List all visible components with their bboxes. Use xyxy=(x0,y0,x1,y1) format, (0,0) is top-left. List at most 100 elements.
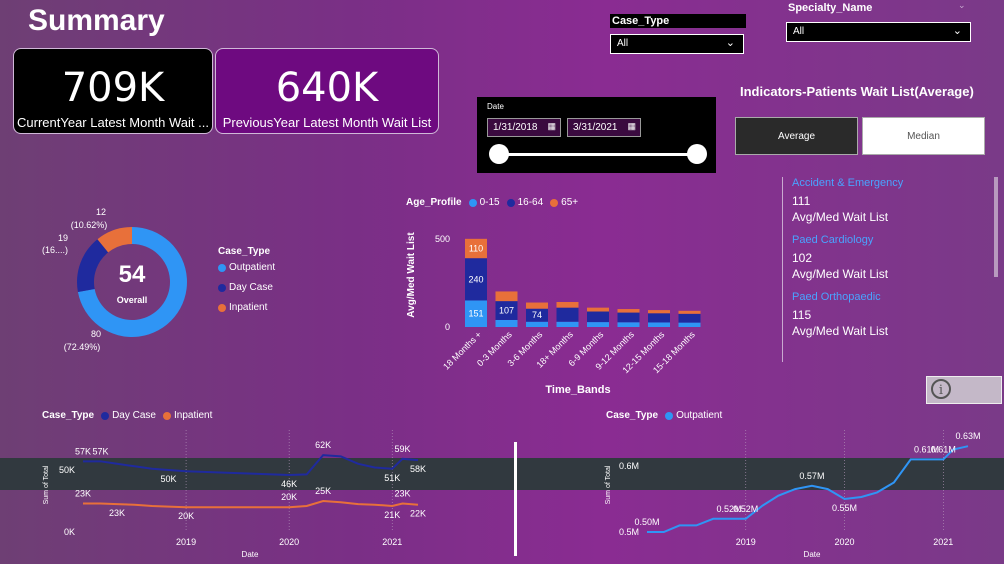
bar-segment[interactable] xyxy=(556,302,579,308)
donut-slice-day-case[interactable] xyxy=(77,239,109,293)
bar-segment[interactable] xyxy=(556,321,579,327)
legend-dot xyxy=(101,411,110,420)
bar-segment[interactable] xyxy=(617,312,640,323)
info-button[interactable]: i xyxy=(926,376,1002,404)
legend-item-day-case[interactable]: Day Case xyxy=(218,282,273,293)
bar-segment[interactable] xyxy=(587,307,609,312)
bar-segment[interactable] xyxy=(678,313,701,323)
line-chart-right-legend: Case_Type Outpatient xyxy=(606,410,722,421)
chevron-down-icon: ⌄ xyxy=(725,37,735,49)
bar-segment[interactable] xyxy=(495,319,518,327)
specialty-value: All xyxy=(793,26,805,37)
indicator-scrollbar[interactable] xyxy=(994,177,998,277)
date-slider-end-handle[interactable] xyxy=(687,144,707,164)
line-data-label: 57K xyxy=(75,446,91,456)
kpi-value: 709K xyxy=(61,65,165,111)
stacked-bar-chart[interactable]: Avg/Med Wait List 0 500 151 240 110 18 Months… xyxy=(400,215,710,400)
bar-chart-legend: Age_Profile 0-15 16-64 65+ xyxy=(406,197,578,208)
kpi-card-current-year[interactable]: 709K CurrentYear Latest Month Wait ... xyxy=(13,48,213,134)
legend-label: Inpatient xyxy=(173,410,213,421)
end-date-value: 3/31/2021 xyxy=(573,122,618,133)
indicator-sublabel: Avg/Med Wait List xyxy=(792,210,889,224)
line-data-label: 23K xyxy=(75,488,91,498)
donut-label-outpatient-value: 80 xyxy=(91,329,101,339)
specialty-dropdown[interactable]: All ⌄ xyxy=(786,22,971,42)
toggle-median-button[interactable]: Median xyxy=(862,117,985,155)
legend-label: 0-15 xyxy=(479,197,500,208)
bar-segment[interactable] xyxy=(495,291,518,302)
toggle-average-button[interactable]: Average xyxy=(735,117,858,155)
bar-data-label: 240 xyxy=(468,274,483,284)
calendar-icon[interactable]: ▦ xyxy=(547,121,556,132)
page-title: Summary xyxy=(28,4,165,37)
line-series-outpatient[interactable] xyxy=(647,445,969,533)
case-type-dropdown[interactable]: All ⌄ xyxy=(610,34,744,54)
legend-label: Outpatient xyxy=(676,410,723,421)
line-left-ylabel: Sum of Total xyxy=(43,465,50,504)
bar-segment[interactable] xyxy=(587,322,609,327)
legend-label: 16-64 xyxy=(517,197,544,208)
case-type-slicer-label: Case_Type xyxy=(610,14,746,28)
legend-item-inpatient[interactable]: Inpatient xyxy=(218,302,267,313)
line-series-inpatient[interactable] xyxy=(83,499,419,509)
indicator-item[interactable]: Paed Cardiology 102 Avg/Med Wait List xyxy=(792,234,993,281)
donut-chart[interactable]: 54 Overall 12 (10.62%) 19 (16....) 80 (7… xyxy=(30,200,200,360)
legend-dot xyxy=(665,411,674,420)
line-data-label: 23K xyxy=(395,488,411,498)
bar-segment[interactable] xyxy=(617,322,640,327)
bar-segment[interactable] xyxy=(648,313,670,323)
bar-segment[interactable] xyxy=(678,310,701,314)
line-series-day-case[interactable] xyxy=(83,454,419,476)
bar-data-label: 74 xyxy=(532,310,542,320)
line-data-label: 20K xyxy=(178,511,194,521)
date-slider-track[interactable] xyxy=(499,153,697,156)
bar-segment[interactable] xyxy=(587,311,609,323)
donut-center-value: 54 xyxy=(119,261,146,288)
date-slider-start-handle[interactable] xyxy=(489,144,509,164)
legend-item-outpatient[interactable]: Outpatient xyxy=(218,262,275,273)
end-date-input[interactable]: 3/31/2021 ▦ xyxy=(567,118,641,137)
line-data-label: 20K xyxy=(281,492,297,502)
x-tick-label: 2021 xyxy=(382,537,402,547)
line-chart-case-type[interactable]: Sum of Total 2019 2020 20210K50K57K 57K50K 4… xyxy=(38,430,438,562)
bar-chart-xlabel: Time_Bands xyxy=(545,384,610,396)
x-tick-label: 18 Months + xyxy=(441,329,483,371)
line-data-label: 0.57M xyxy=(799,471,824,481)
calendar-icon[interactable]: ▦ xyxy=(627,121,636,132)
line-chart-outpatient[interactable]: Sum of Total 2019 2020 2021 0.5M 0.6M 0.50M 0.… xyxy=(600,430,1000,562)
bar-segment[interactable] xyxy=(556,307,579,322)
kpi-card-previous-year[interactable]: 640K PreviousYear Latest Month Wait List xyxy=(215,48,439,134)
bar-segment[interactable] xyxy=(678,322,701,327)
start-date-input[interactable]: 1/31/2018 ▦ xyxy=(487,118,561,137)
bar-segment[interactable] xyxy=(617,309,640,313)
indicator-item[interactable]: Paed Orthopaedic 115 Avg/Med Wait List xyxy=(792,291,993,338)
bar-segment[interactable] xyxy=(648,322,670,327)
donut-center-label: Overall xyxy=(117,295,148,305)
bar-segment[interactable] xyxy=(648,310,670,314)
chevron-down-icon[interactable]: ⌄ xyxy=(958,0,966,11)
line-data-label: 21K xyxy=(384,510,400,520)
indicator-item[interactable]: Accident & Emergency 111 Avg/Med Wait Li… xyxy=(792,177,993,224)
line-left-xlabel: Date xyxy=(242,550,259,559)
line-data-label: 25K xyxy=(315,486,331,496)
kpi-label: CurrentYear Latest Month Wait ... xyxy=(17,115,209,130)
line-data-label: 50K xyxy=(161,474,177,484)
line-data-label: 0.55M xyxy=(832,503,857,513)
info-icon: i xyxy=(931,379,951,399)
line-data-label: 62K xyxy=(315,440,331,450)
x-tick-label: 2020 xyxy=(279,537,299,547)
indicator-list[interactable]: Accident & Emergency 111 Avg/Med Wait Li… xyxy=(782,177,993,362)
y-tick-label: 0.5M xyxy=(619,527,639,537)
bar-segment[interactable] xyxy=(526,321,548,327)
x-tick-label: 2020 xyxy=(835,537,855,547)
line-right-xlabel: Date xyxy=(804,550,821,559)
bar-segment[interactable] xyxy=(526,302,548,309)
bar-data-label: 110 xyxy=(469,244,483,254)
legend-dot xyxy=(218,283,226,292)
donut-label-daycase-value: 19 xyxy=(58,233,68,243)
specialty-slicer-label: Specialty_Name xyxy=(788,2,873,14)
legend-dot xyxy=(218,263,226,272)
indicator-value: 111 xyxy=(792,194,811,208)
case-type-value: All xyxy=(617,38,629,49)
x-tick-label: 2021 xyxy=(933,537,953,547)
